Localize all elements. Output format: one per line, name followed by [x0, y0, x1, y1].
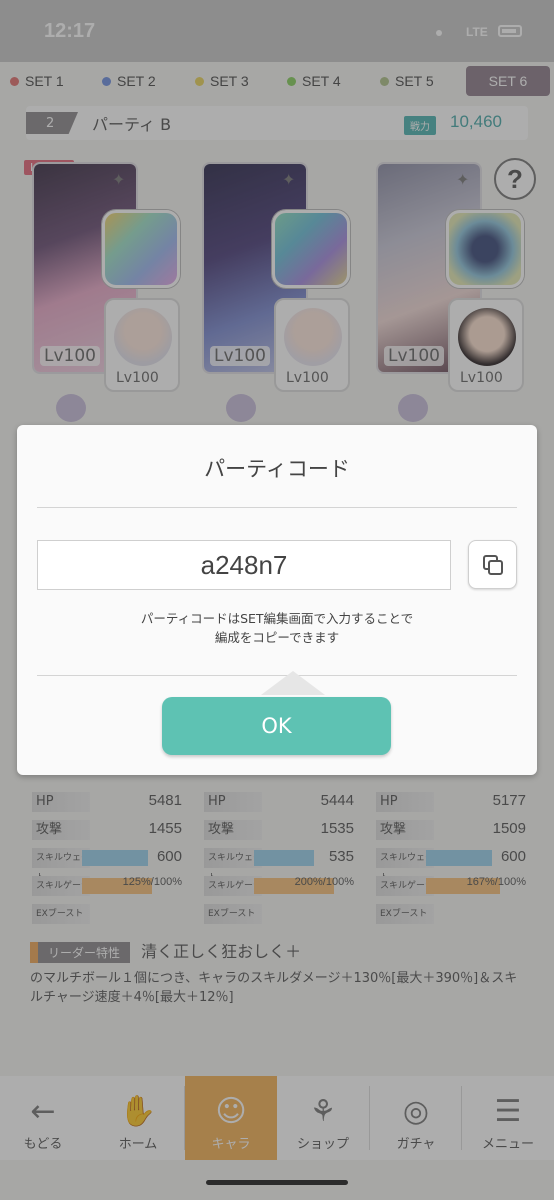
copy-icon [482, 554, 503, 575]
party-code-dialog: パーティコード a248n7 パーティコードはSET編集画面で入力することで 編… [17, 425, 537, 775]
ok-button[interactable]: OK [162, 697, 391, 755]
dialog-title: パーティコード [204, 457, 350, 481]
dialog-note: パーティコードはSET編集画面で入力することで 編成をコピーできます [17, 609, 537, 647]
copy-button[interactable] [468, 540, 517, 589]
note-line-1: パーティコードはSET編集画面で入力することで [140, 611, 414, 626]
party-code-field[interactable]: a248n7 [37, 540, 451, 590]
ok-notch [261, 671, 325, 695]
note-line-2: 編成をコピーできます [214, 630, 340, 645]
divider [37, 507, 517, 508]
